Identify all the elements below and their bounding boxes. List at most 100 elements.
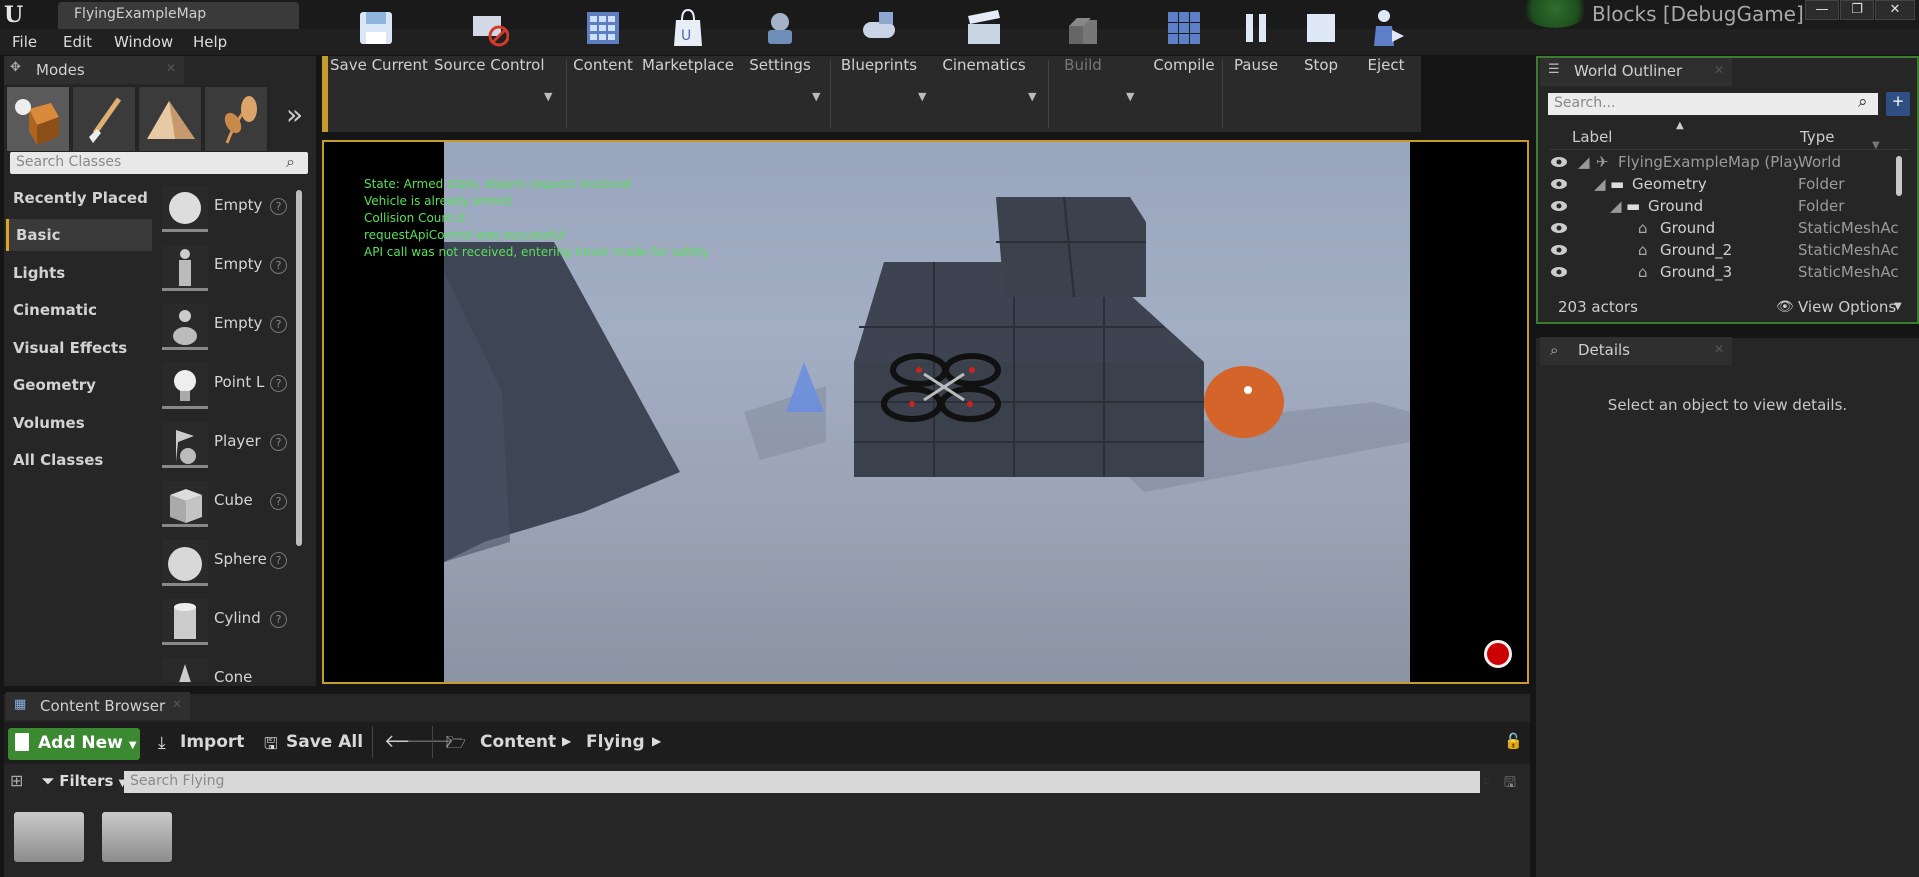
outliner-row[interactable]: ⌂ Ground StaticMeshAc [1550, 218, 1900, 240]
cinematics-button[interactable]: Cinematics [938, 0, 1030, 76]
lock-icon[interactable]: 🔓 [1504, 732, 1523, 750]
visibility-eye-icon[interactable] [1550, 266, 1568, 278]
stop-button[interactable]: Stop [1290, 0, 1352, 76]
type-column-header[interactable]: Type [1800, 128, 1834, 146]
sources-toggle-icon[interactable]: ⊞ [10, 771, 23, 790]
close-button[interactable]: ✕ [1875, 0, 1915, 20]
outliner-search-input[interactable]: Search... [1548, 93, 1878, 115]
column-options-icon[interactable]: ▼ [1872, 140, 1880, 151]
outliner-row[interactable]: ◢ ▬ Ground Folder [1550, 196, 1900, 218]
settings-dropdown-icon[interactable]: ▼ [812, 90, 820, 103]
maximize-button[interactable]: ❐ [1840, 0, 1874, 20]
help-icon[interactable]: ? [270, 552, 287, 569]
source-control-button[interactable]: Source Control [434, 0, 545, 76]
category-volumes[interactable]: Volumes [6, 407, 152, 439]
document-tab[interactable]: FlyingExampleMap [58, 2, 299, 29]
blueprints-dropdown-icon[interactable]: ▼ [918, 90, 926, 103]
category-recently-placed[interactable]: Recently Placed [6, 182, 152, 214]
world-outliner-tab[interactable]: World Outliner ✕ [1540, 58, 1732, 86]
visibility-eye-icon[interactable] [1550, 156, 1568, 168]
import-button[interactable]: Import [180, 732, 244, 752]
help-icon[interactable]: ? [270, 257, 287, 274]
class-item-cylinder[interactable]: Cylind? [156, 595, 306, 651]
search-classes-input[interactable]: Search Classes [10, 152, 308, 174]
landscape-mode-button[interactable] [138, 86, 202, 152]
marketplace-button[interactable]: U Marketplace [640, 0, 736, 76]
category-visual-effects[interactable]: Visual Effects [6, 332, 152, 364]
blueprints-button[interactable]: Blueprints [834, 0, 924, 76]
outliner-row[interactable]: ◢ ▬ Geometry Folder [1550, 174, 1900, 196]
visibility-eye-icon[interactable] [1550, 178, 1568, 190]
record-icon[interactable] [1484, 640, 1512, 668]
visibility-eye-icon[interactable] [1550, 200, 1568, 212]
class-item-cube[interactable]: Cube? [156, 477, 306, 533]
settings-button[interactable]: Settings [744, 0, 816, 76]
menu-file[interactable]: File [12, 33, 37, 51]
category-all-classes[interactable]: All Classes [6, 444, 152, 476]
place-mode-button[interactable] [6, 86, 70, 152]
expand-arrow-icon[interactable]: ◢ [1578, 153, 1590, 171]
help-icon[interactable]: ? [270, 434, 287, 451]
view-options-button[interactable]: View Options [1798, 298, 1896, 316]
foliage-mode-button[interactable] [204, 86, 268, 152]
breadcrumb-content[interactable]: Content [480, 732, 556, 752]
unreal-logo-icon[interactable]: U [4, 2, 30, 28]
pause-button[interactable]: Pause [1226, 0, 1286, 76]
save-all-button[interactable]: Save All [286, 732, 363, 752]
menu-window[interactable]: Window [114, 33, 173, 51]
expand-arrow-icon[interactable]: ◢ [1594, 175, 1606, 193]
class-item-empty-actor[interactable]: Empty? [156, 182, 306, 238]
outliner-row[interactable]: ⌂ Ground_3 StaticMeshAc [1550, 262, 1900, 284]
category-geometry[interactable]: Geometry [6, 369, 152, 401]
details-tab[interactable]: Details ✕ [1540, 337, 1732, 365]
outliner-row[interactable]: ◢ ✈ FlyingExampleMap (Play InWorld [1550, 152, 1900, 174]
class-item-cone[interactable]: Cone [156, 654, 306, 682]
help-icon[interactable]: ? [270, 493, 287, 510]
class-item-sphere[interactable]: Sphere? [156, 536, 306, 592]
folder-item[interactable] [102, 812, 172, 862]
category-basic[interactable]: Basic [6, 219, 152, 251]
outliner-scrollbar[interactable] [1896, 156, 1902, 196]
help-icon[interactable]: ? [270, 375, 287, 392]
category-lights[interactable]: Lights [6, 257, 152, 289]
content-browser-tab[interactable]: Content Browser ✕ [6, 692, 190, 720]
filters-button[interactable]: ⏷ Filters ▼ [42, 772, 126, 790]
modes-tab[interactable]: Modes ✕ [4, 56, 184, 84]
breadcrumb-separator-icon[interactable]: ▶ [562, 734, 571, 748]
paint-mode-button[interactable] [72, 86, 136, 152]
label-column-header[interactable]: Label [1572, 128, 1612, 146]
toolbar-grip[interactable] [322, 56, 328, 132]
visibility-eye-icon[interactable] [1550, 244, 1568, 256]
eject-button[interactable]: Eject [1356, 0, 1416, 76]
class-item-empty-character[interactable]: Empty? [156, 241, 306, 297]
folder-item[interactable] [14, 812, 84, 862]
build-dropdown-icon[interactable]: ▼ [1126, 90, 1134, 103]
visibility-eye-icon[interactable] [1550, 222, 1568, 234]
view-options-dropdown-icon[interactable]: ▼ [1894, 301, 1902, 312]
content-search-input[interactable]: Search Flying [124, 771, 1480, 793]
class-item-point-light[interactable]: Point L? [156, 359, 306, 415]
level-viewport[interactable]: State: Armed state, disarm request recei… [322, 140, 1529, 684]
help-icon[interactable]: ? [270, 198, 287, 215]
save-search-icon[interactable]: 🖫 [1504, 772, 1516, 796]
content-button[interactable]: Content [570, 0, 636, 76]
expand-arrow-icon[interactable]: ◢ [1610, 197, 1622, 215]
build-button[interactable]: Build [1052, 0, 1114, 76]
classes-scrollbar[interactable] [296, 190, 302, 546]
minimize-button[interactable]: — [1805, 0, 1839, 20]
class-item-player-start[interactable]: Player? [156, 418, 306, 474]
breadcrumb-flying[interactable]: Flying [586, 732, 645, 752]
save-current-button[interactable]: Save Current [330, 0, 428, 76]
help-icon[interactable]: ? [270, 316, 287, 333]
menu-help[interactable]: Help [193, 33, 227, 51]
add-actor-icon[interactable]: + [1886, 92, 1910, 116]
more-modes-icon[interactable]: » [286, 98, 303, 131]
compile-button[interactable]: Compile [1148, 0, 1220, 76]
help-icon[interactable]: ? [270, 611, 287, 628]
breadcrumb-separator-icon[interactable]: ▶ [652, 734, 661, 748]
category-cinematic[interactable]: Cinematic [6, 294, 152, 326]
class-item-empty-pawn[interactable]: Empty? [156, 300, 306, 356]
outliner-row[interactable]: ⌂ Ground_2 StaticMeshAc [1550, 240, 1900, 262]
menu-edit[interactable]: Edit [63, 33, 92, 51]
cinematics-dropdown-icon[interactable]: ▼ [1028, 90, 1036, 103]
